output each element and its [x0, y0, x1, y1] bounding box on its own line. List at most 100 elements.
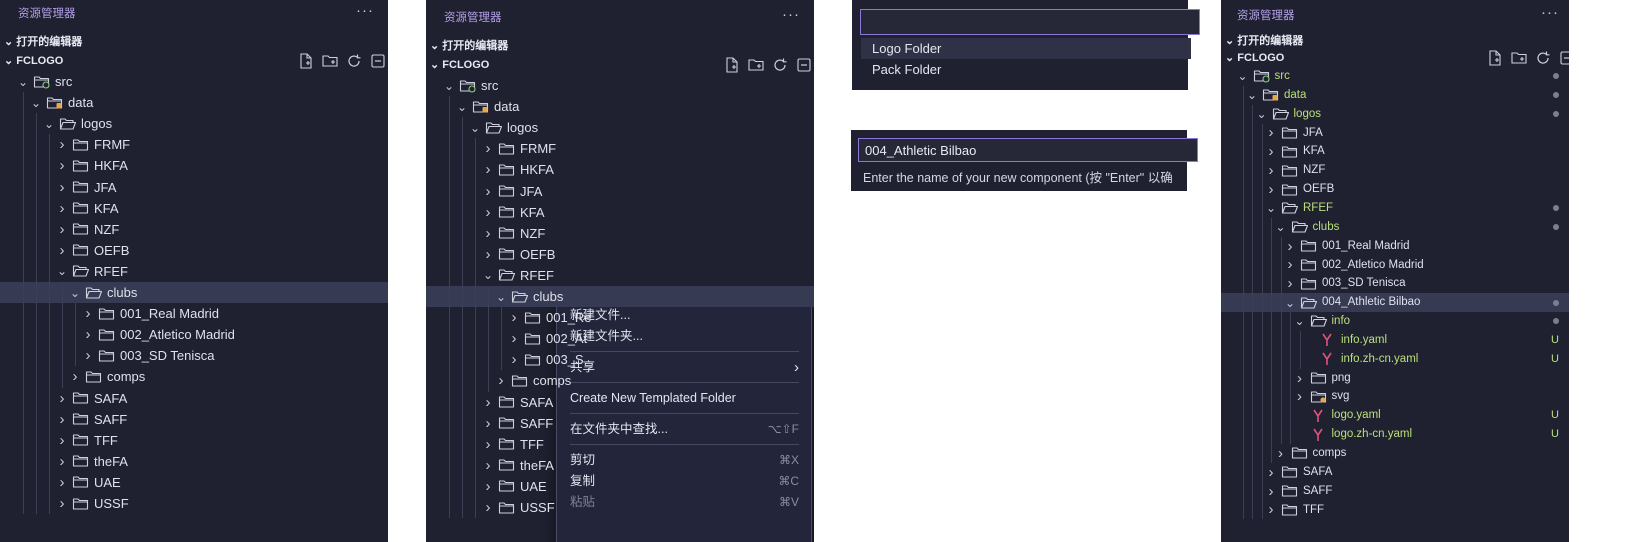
tree-folder-item[interactable]: ⌄ src	[1221, 67, 1569, 86]
chevron-right-icon[interactable]: ›	[482, 244, 494, 265]
chevron-right-icon[interactable]: ›	[482, 434, 494, 455]
refresh-icon[interactable]	[772, 57, 788, 73]
tree-file-item[interactable]: info.zh-cn.yaml U	[1221, 350, 1569, 369]
tree-folder-item[interactable]: › 001_Re	[426, 307, 814, 328]
chevron-right-icon[interactable]: ›	[508, 349, 520, 370]
chevron-right-icon[interactable]: ›	[1294, 387, 1306, 406]
chevron-right-icon[interactable]: ›	[482, 455, 494, 476]
tree-folder-item[interactable]: ⌄ data	[0, 92, 388, 113]
collapse-all-icon[interactable]	[370, 53, 386, 69]
new-file-icon[interactable]	[1487, 50, 1503, 66]
chevron-right-icon[interactable]: ›	[508, 328, 520, 349]
tree-folder-item[interactable]: › HKFA	[0, 155, 388, 176]
chevron-right-icon[interactable]: ›	[482, 497, 494, 518]
tree-folder-item[interactable]: ⌄ 004_Athletic Bilbao	[1221, 293, 1569, 313]
chevron-right-icon[interactable]: ›	[56, 430, 68, 451]
tree-folder-item[interactable]: › OEFB	[1221, 180, 1569, 199]
chevron-right-icon[interactable]: ›	[1284, 237, 1296, 256]
chevron-right-icon[interactable]: ›	[1265, 161, 1277, 180]
tree-folder-item[interactable]: › UAE	[0, 472, 388, 493]
chevron-right-icon[interactable]: ›	[508, 307, 520, 328]
tree-folder-item[interactable]: › TFF	[426, 434, 814, 455]
chevron-right-icon[interactable]: ›	[1284, 256, 1296, 275]
chevron-right-icon[interactable]: ›	[1265, 501, 1277, 520]
new-file-icon[interactable]	[298, 53, 314, 69]
tree-folder-item[interactable]: › theFA	[426, 455, 814, 476]
chevron-right-icon[interactable]: ›	[482, 159, 494, 180]
tree-folder-item[interactable]: › JFA	[426, 181, 814, 202]
chevron-right-icon[interactable]: ›	[82, 303, 94, 324]
chevron-down-icon[interactable]: ⌄	[443, 75, 455, 96]
chevron-right-icon[interactable]: ›	[56, 388, 68, 409]
chevron-down-icon[interactable]: ⌄	[495, 286, 507, 307]
chevron-right-icon[interactable]: ›	[482, 138, 494, 159]
chevron-right-icon[interactable]: ›	[1275, 444, 1287, 463]
chevron-right-icon[interactable]: ›	[1265, 463, 1277, 482]
component-name-input[interactable]	[858, 138, 1198, 162]
more-actions-icon[interactable]: ···	[1541, 4, 1559, 21]
chevron-right-icon[interactable]: ›	[82, 345, 94, 366]
chevron-down-icon[interactable]: ⌄	[1275, 218, 1287, 237]
tree-folder-item[interactable]: › JFA	[0, 177, 388, 198]
quick-pick-option-logo-folder[interactable]: Logo Folder	[861, 38, 1191, 59]
workspace-section[interactable]: ⌄ FCLOGO	[1225, 51, 1284, 64]
chevron-down-icon[interactable]: ⌄	[482, 265, 494, 286]
chevron-right-icon[interactable]: ›	[56, 472, 68, 493]
chevron-right-icon[interactable]: ›	[1265, 482, 1277, 501]
tree-folder-item[interactable]: ⌄ RFEF	[1221, 199, 1569, 218]
tree-folder-item[interactable]: › FRMF	[426, 138, 814, 159]
tree-folder-item[interactable]: › svg	[1221, 387, 1569, 406]
tree-folder-item[interactable]: › 002_At	[426, 328, 814, 349]
tree-folder-item[interactable]: ⌄ data	[426, 96, 814, 117]
chevron-right-icon[interactable]: ›	[1265, 142, 1277, 161]
chevron-down-icon[interactable]: ⌄	[56, 261, 68, 282]
chevron-right-icon[interactable]: ›	[56, 198, 68, 219]
chevron-right-icon[interactable]: ›	[482, 202, 494, 223]
more-actions-icon[interactable]: ···	[356, 2, 374, 19]
tree-folder-item[interactable]: ⌄ clubs	[0, 282, 388, 304]
open-editors-section[interactable]: ⌄ 打开的编辑器	[1225, 32, 1303, 48]
chevron-right-icon[interactable]: ›	[1294, 369, 1306, 388]
tree-folder-item[interactable]: › JFA	[1221, 124, 1569, 143]
chevron-right-icon[interactable]: ›	[482, 476, 494, 497]
collapse-all-icon[interactable]	[796, 57, 812, 73]
tree-folder-item[interactable]: ⌄ logos	[426, 117, 814, 138]
chevron-right-icon[interactable]: ›	[56, 493, 68, 514]
tree-folder-item[interactable]: › NZF	[1221, 161, 1569, 180]
tree-folder-item[interactable]: ⌄ logos	[1221, 105, 1569, 124]
tree-folder-item[interactable]: › 002_Atletico Madrid	[1221, 256, 1569, 275]
chevron-right-icon[interactable]: ›	[56, 134, 68, 155]
tree-folder-item[interactable]: ⌄ data	[1221, 86, 1569, 105]
tree-folder-item[interactable]: › SAFA	[426, 392, 814, 413]
workspace-section[interactable]: ⌄ FCLOGO	[430, 58, 489, 71]
tree-folder-item[interactable]: › SAFF	[426, 413, 814, 434]
tree-folder-item[interactable]: › 003_SD Tenisca	[1221, 274, 1569, 293]
chevron-down-icon[interactable]: ⌄	[469, 117, 481, 138]
tree-folder-item[interactable]: › HKFA	[426, 159, 814, 180]
tree-folder-item[interactable]: › 001_Real Madrid	[1221, 237, 1569, 256]
tree-folder-item[interactable]: › 003_SD Tenisca	[0, 345, 388, 366]
tree-file-item[interactable]: info.yaml U	[1221, 331, 1569, 350]
tree-folder-item[interactable]: › USSF	[0, 493, 388, 514]
chevron-right-icon[interactable]: ›	[1265, 180, 1277, 199]
tree-folder-item[interactable]: › comps	[426, 370, 814, 391]
chevron-down-icon[interactable]: ⌄	[43, 113, 55, 134]
chevron-right-icon[interactable]: ›	[495, 370, 507, 391]
tree-folder-item[interactable]: › USSF	[426, 497, 814, 518]
tree-folder-item[interactable]: › SAFA	[0, 388, 388, 409]
chevron-right-icon[interactable]: ›	[56, 451, 68, 472]
quick-pick-input[interactable]	[860, 9, 1200, 35]
tree-folder-item[interactable]: › NZF	[0, 219, 388, 240]
tree-folder-item[interactable]: › SAFF	[0, 409, 388, 430]
chevron-down-icon[interactable]: ⌄	[456, 96, 468, 117]
tree-folder-item[interactable]: › 002_Atletico Madrid	[0, 324, 388, 345]
chevron-right-icon[interactable]: ›	[56, 155, 68, 176]
refresh-icon[interactable]	[346, 53, 362, 69]
refresh-icon[interactable]	[1535, 50, 1551, 66]
tree-folder-item[interactable]: › OEFB	[426, 244, 814, 265]
tree-file-item[interactable]: logo.yaml U	[1221, 406, 1569, 425]
chevron-down-icon[interactable]: ⌄	[1237, 67, 1249, 86]
more-actions-icon[interactable]: ···	[782, 6, 800, 23]
chevron-right-icon[interactable]: ›	[56, 240, 68, 261]
tree-folder-item[interactable]: › SAFA	[1221, 463, 1569, 482]
